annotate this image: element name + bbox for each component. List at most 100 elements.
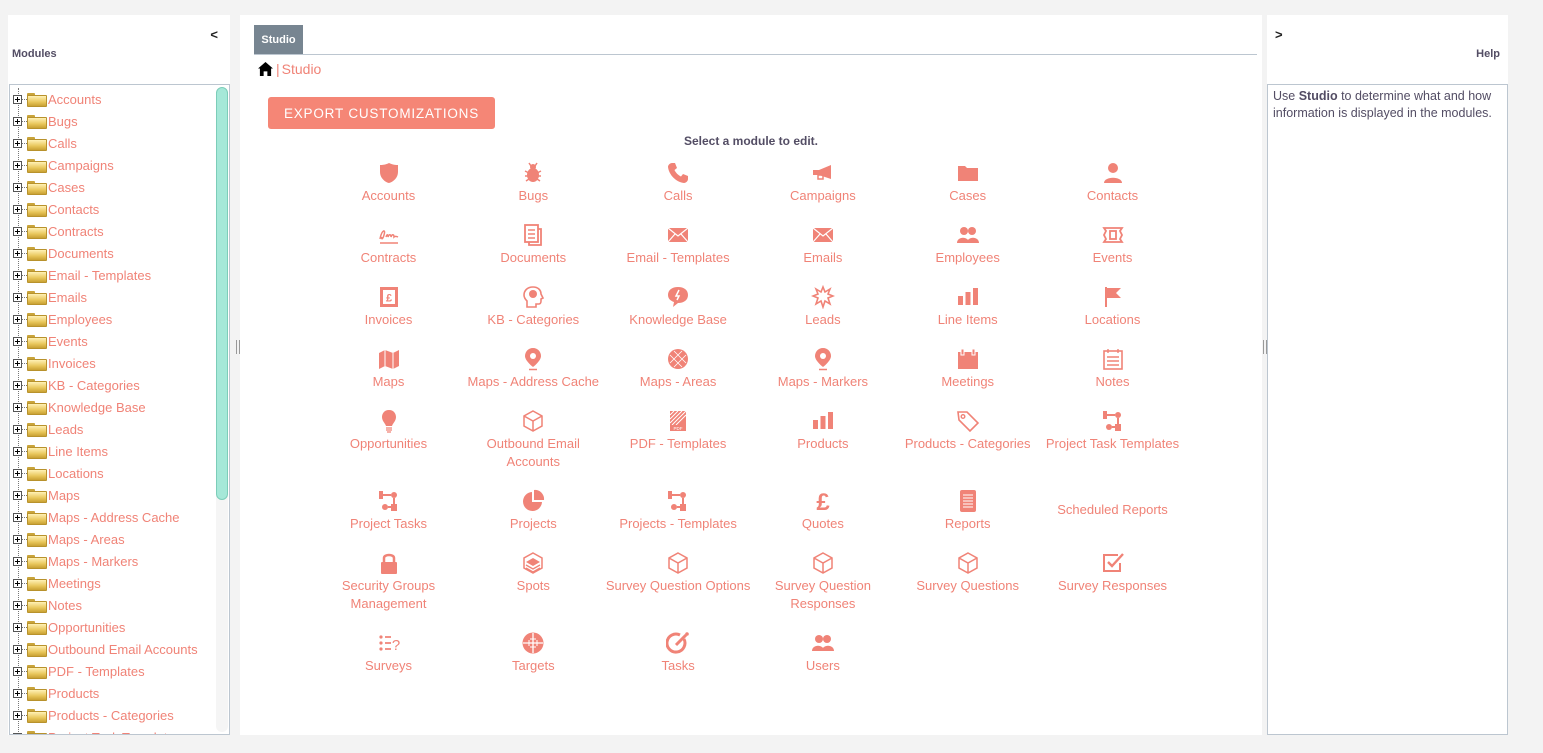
module-outbound-email-accounts[interactable]: Outbound Email Accounts xyxy=(461,409,606,471)
tree-item-label[interactable]: Documents xyxy=(48,246,114,261)
module-tasks[interactable]: Tasks xyxy=(606,631,751,675)
module-project-task-templates[interactable]: Project Task Templates xyxy=(1040,409,1185,453)
module-leads[interactable]: Leads xyxy=(750,285,895,329)
tree-item-label[interactable]: Line Items xyxy=(48,444,108,459)
module-emails[interactable]: Emails xyxy=(750,223,895,267)
module-meetings[interactable]: Meetings xyxy=(895,347,1040,391)
tree-item[interactable]: Project Task Templates xyxy=(10,726,215,735)
module-reports[interactable]: Reports xyxy=(895,489,1040,533)
module-cases[interactable]: Cases xyxy=(895,161,1040,205)
tree-item[interactable]: Knowledge Base xyxy=(10,396,215,418)
tree-item[interactable]: Contacts xyxy=(10,198,215,220)
expand-panel-button[interactable]: > xyxy=(1275,27,1283,42)
tree-item-label[interactable]: Notes xyxy=(48,598,82,613)
tree-item[interactable]: Maps - Address Cache xyxy=(10,506,215,528)
module-survey-question-responses[interactable]: Survey Question Responses xyxy=(750,551,895,613)
module-maps-areas[interactable]: Maps - Areas xyxy=(606,347,751,391)
tree-item[interactable]: KB - Categories xyxy=(10,374,215,396)
module-invoices[interactable]: £ Invoices xyxy=(316,285,461,329)
module-documents[interactable]: Documents xyxy=(461,223,606,267)
module-campaigns[interactable]: Campaigns xyxy=(750,161,895,205)
module-notes[interactable]: Notes xyxy=(1040,347,1185,391)
module-surveys[interactable]: ? Surveys xyxy=(316,631,461,675)
tree-item-label[interactable]: Maps - Address Cache xyxy=(48,510,180,525)
module-pdf-templates[interactable]: PDF PDF - Templates xyxy=(606,409,751,453)
tree-item[interactable]: Maps xyxy=(10,484,215,506)
tree-item-label[interactable]: Products xyxy=(48,686,99,701)
module-bugs[interactable]: Bugs xyxy=(461,161,606,205)
module-security-groups-management[interactable]: Security Groups Management xyxy=(316,551,461,613)
tree-item[interactable]: Invoices xyxy=(10,352,215,374)
tree-item-label[interactable]: Email - Templates xyxy=(48,268,151,283)
tree-item-label[interactable]: Invoices xyxy=(48,356,96,371)
tree-item-label[interactable]: PDF - Templates xyxy=(48,664,145,679)
expand-plus-icon[interactable] xyxy=(13,94,22,104)
tree-item[interactable]: Outbound Email Accounts xyxy=(10,638,215,660)
tree-item-label[interactable]: Campaigns xyxy=(48,158,114,173)
module-products[interactable]: Products xyxy=(750,409,895,453)
module-employees[interactable]: Employees xyxy=(895,223,1040,267)
tree-item[interactable]: Emails xyxy=(10,286,215,308)
tree-item-label[interactable]: Contracts xyxy=(48,224,104,239)
tree-item-label[interactable]: Emails xyxy=(48,290,87,305)
tree-item[interactable]: Calls xyxy=(10,132,215,154)
tree-item-label[interactable]: Employees xyxy=(48,312,112,327)
module-contacts[interactable]: Contacts xyxy=(1040,161,1185,205)
expand-plus-icon[interactable] xyxy=(13,446,22,456)
tree-item-label[interactable]: Maps - Markers xyxy=(48,554,138,569)
tab-studio[interactable]: Studio xyxy=(254,25,303,54)
breadcrumb-studio-link[interactable]: Studio xyxy=(282,61,322,77)
module-survey-responses[interactable]: Survey Responses xyxy=(1040,551,1185,595)
module-accounts[interactable]: Accounts xyxy=(316,161,461,205)
module-spots[interactable]: Spots xyxy=(461,551,606,595)
expand-plus-icon[interactable] xyxy=(13,380,22,390)
expand-plus-icon[interactable] xyxy=(13,336,22,346)
tree-item[interactable]: Cases xyxy=(10,176,215,198)
tree-item-label[interactable]: Knowledge Base xyxy=(48,400,146,415)
tree-item[interactable]: Products xyxy=(10,682,215,704)
tree-item-label[interactable]: KB - Categories xyxy=(48,378,140,393)
tree-item[interactable]: Employees xyxy=(10,308,215,330)
tree-item-label[interactable]: Project Task Templates xyxy=(48,730,181,735)
home-icon[interactable] xyxy=(258,62,273,76)
module-products-categories[interactable]: Products - Categories xyxy=(895,409,1040,453)
module-knowledge-base[interactable]: Knowledge Base xyxy=(606,285,751,329)
tree-item[interactable]: Notes xyxy=(10,594,215,616)
expand-plus-icon[interactable] xyxy=(13,182,22,192)
tree-item[interactable]: Campaigns xyxy=(10,154,215,176)
module-maps[interactable]: Maps xyxy=(316,347,461,391)
expand-plus-icon[interactable] xyxy=(13,556,22,566)
expand-plus-icon[interactable] xyxy=(13,292,22,302)
expand-plus-icon[interactable] xyxy=(13,270,22,280)
module-calls[interactable]: Calls xyxy=(606,161,751,205)
tree-item-label[interactable]: Opportunities xyxy=(48,620,125,635)
tree-item[interactable]: Contracts xyxy=(10,220,215,242)
expand-plus-icon[interactable] xyxy=(13,138,22,148)
expand-plus-icon[interactable] xyxy=(13,358,22,368)
tree-item-label[interactable]: Events xyxy=(48,334,88,349)
module-line-items[interactable]: Line Items xyxy=(895,285,1040,329)
tree-item[interactable]: Maps - Areas xyxy=(10,528,215,550)
module-maps-markers[interactable]: Maps - Markers xyxy=(750,347,895,391)
module-kb-categories[interactable]: KB - Categories xyxy=(461,285,606,329)
module-contracts[interactable]: Contracts xyxy=(316,223,461,267)
tree-item-label[interactable]: Locations xyxy=(48,466,104,481)
tree-item-label[interactable]: Outbound Email Accounts xyxy=(48,642,198,657)
tree-item-label[interactable]: Leads xyxy=(48,422,83,437)
tree-item-label[interactable]: Products - Categories xyxy=(48,708,174,723)
tree-item-label[interactable]: Meetings xyxy=(48,576,101,591)
tree-item[interactable]: Meetings xyxy=(10,572,215,594)
tree-item[interactable]: Line Items xyxy=(10,440,215,462)
tree-item-label[interactable]: Bugs xyxy=(48,114,78,129)
module-opportunities[interactable]: Opportunities xyxy=(316,409,461,453)
expand-plus-icon[interactable] xyxy=(13,204,22,214)
module-targets[interactable]: Targets xyxy=(461,631,606,675)
expand-plus-icon[interactable] xyxy=(13,688,22,698)
tree-item-label[interactable]: Cases xyxy=(48,180,85,195)
tree-item-label[interactable]: Maps xyxy=(48,488,80,503)
expand-plus-icon[interactable] xyxy=(13,424,22,434)
tree-item[interactable]: Locations xyxy=(10,462,215,484)
tree-item[interactable]: Accounts xyxy=(10,88,215,110)
expand-plus-icon[interactable] xyxy=(13,710,22,720)
module-email-templates[interactable]: Email - Templates xyxy=(606,223,751,267)
